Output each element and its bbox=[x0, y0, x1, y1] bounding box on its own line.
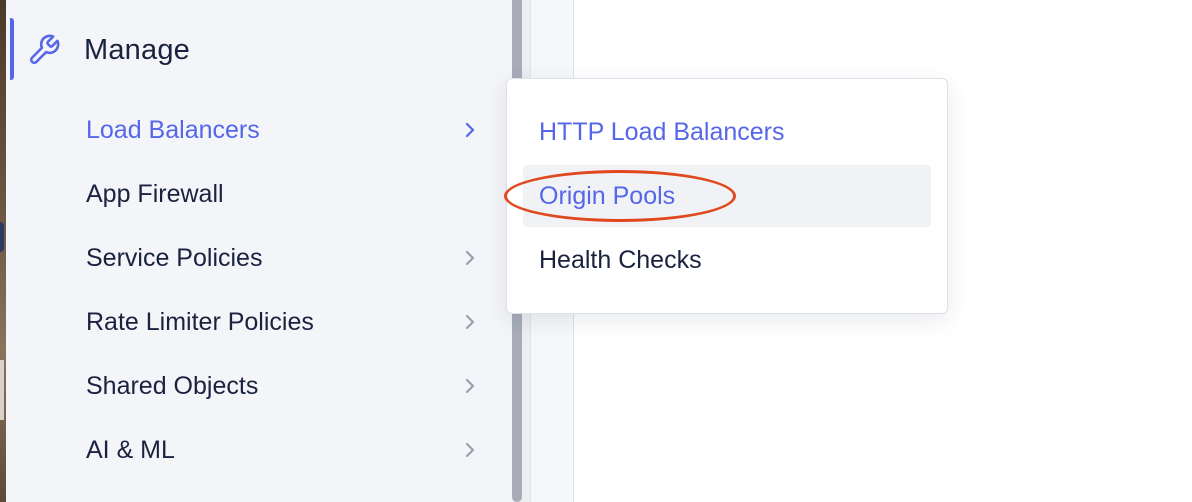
section-title: Manage bbox=[84, 33, 190, 66]
sidebar-item-ai-ml[interactable]: AI & ML bbox=[86, 430, 486, 470]
sidebar-item-load-balancers[interactable]: Load Balancers bbox=[86, 110, 486, 150]
sidebar-item-rate-limiter-policies[interactable]: Rate Limiter Policies bbox=[86, 302, 486, 342]
sidebar-item-app-firewall[interactable]: App Firewall bbox=[86, 174, 486, 214]
load-balancers-submenu: HTTP Load Balancers Origin Pools Health … bbox=[506, 78, 948, 314]
submenu-item-label: Origin Pools bbox=[539, 181, 676, 210]
chevron-right-icon bbox=[465, 378, 475, 394]
submenu-item-health-checks[interactable]: Health Checks bbox=[523, 229, 931, 291]
background-window-mark bbox=[0, 222, 4, 252]
sidebar-item-label: Load Balancers bbox=[86, 115, 260, 144]
section-header-manage[interactable]: Manage bbox=[26, 24, 190, 76]
sidebar-item-service-policies[interactable]: Service Policies bbox=[86, 238, 486, 278]
active-section-indicator bbox=[10, 18, 14, 80]
chevron-right-icon bbox=[465, 250, 475, 266]
sidebar-item-label: Shared Objects bbox=[86, 371, 259, 400]
sidebar-item-label: App Firewall bbox=[86, 179, 224, 208]
chevron-right-icon bbox=[465, 442, 475, 458]
app-window: Manage Load Balancers App Firewall Servi… bbox=[0, 0, 1192, 502]
submenu-item-label: HTTP Load Balancers bbox=[539, 117, 785, 146]
sidebar-item-label: Rate Limiter Policies bbox=[86, 307, 314, 336]
sidebar: Manage Load Balancers App Firewall Servi… bbox=[6, 0, 512, 502]
sidebar-item-label: Service Policies bbox=[86, 243, 263, 272]
wrench-icon bbox=[26, 32, 62, 68]
submenu-item-http-load-balancers[interactable]: HTTP Load Balancers bbox=[523, 101, 931, 163]
chevron-right-icon bbox=[465, 314, 475, 330]
submenu-item-origin-pools[interactable]: Origin Pools bbox=[523, 165, 931, 227]
sidebar-item-label: AI & ML bbox=[86, 435, 175, 464]
submenu-item-label: Health Checks bbox=[539, 245, 702, 274]
sidebar-item-shared-objects[interactable]: Shared Objects bbox=[86, 366, 486, 406]
chevron-right-icon bbox=[465, 122, 475, 138]
background-window-mark bbox=[0, 360, 4, 420]
